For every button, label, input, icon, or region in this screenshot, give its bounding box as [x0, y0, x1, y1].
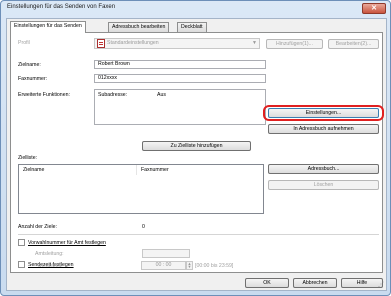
extended-functions-box: Subadresse: Aus: [94, 89, 266, 125]
prefix-checkbox[interactable]: [18, 239, 25, 246]
send-time-range: [00:00 bis 23:59]: [195, 263, 234, 269]
help-button[interactable]: Hilfe: [341, 278, 383, 288]
send-settings-panel: Profil Standardeinstellungen ▼ Hinzufüge…: [10, 32, 384, 273]
fax-number-input[interactable]: 012xxxx: [94, 74, 266, 83]
subaddress-value: Aus: [157, 92, 166, 98]
recipient-name-input[interactable]: Robert Brown: [94, 60, 266, 69]
destination-list[interactable]: Zielname Faxnummer: [18, 164, 264, 214]
destination-count-label: Anzahl der Ziele:: [18, 224, 57, 230]
profile-edit-button[interactable]: Bearbeiten(2)...: [328, 39, 379, 49]
profile-document-icon: [97, 39, 105, 48]
send-time-input[interactable]: 00 : 00: [141, 261, 186, 270]
send-time-field-label: Sendezeit:: [38, 263, 63, 269]
destination-list-label: Zielliste:: [18, 155, 38, 161]
tab-send-settings[interactable]: Einstellungen für das Senden: [10, 21, 86, 33]
send-time-checkbox[interactable]: [18, 261, 25, 268]
tab-edit-addressbook[interactable]: Adressbuch bearbeiten: [108, 22, 170, 32]
subaddress-label: Subadresse:: [98, 92, 128, 98]
prefix-label: Vorwahlnummer für Amt festlegen: [28, 240, 106, 246]
addressbook-button[interactable]: Adressbuch...: [268, 164, 379, 174]
divider: [18, 234, 379, 235]
profile-select[interactable]: Standardeinstellungen: [94, 38, 260, 49]
fax-number-label: Faxnummer:: [18, 76, 48, 82]
close-button[interactable]: ✕: [362, 3, 386, 14]
chevron-down-icon: ▼: [252, 40, 257, 46]
column-header-name[interactable]: Zielname: [19, 165, 137, 175]
dialog-client: Einstellungen für das Senden Adressbuch …: [6, 18, 387, 291]
cancel-button[interactable]: Abbrechen: [293, 278, 337, 288]
outside-line-label: Amtsleitung:: [35, 251, 64, 257]
resize-grip-icon[interactable]: ⋰: [378, 282, 385, 289]
delete-button[interactable]: Löschen: [268, 180, 379, 190]
tab-cover-page[interactable]: Deckblatt: [177, 22, 207, 32]
dialog-window: Einstellungen für das Senden von Faxen ✕…: [0, 0, 391, 296]
window-title: Einstellungen für das Senden von Faxen: [7, 4, 116, 10]
add-to-list-button[interactable]: Zu Zielliste hinzufügen: [142, 141, 251, 151]
outside-line-input[interactable]: [142, 249, 190, 258]
recipient-name-label: Zielname:: [18, 62, 41, 68]
settings-button[interactable]: Einstellungen...: [268, 108, 379, 118]
send-time-spinner[interactable]: ▲ ▼: [186, 261, 193, 270]
ok-button[interactable]: OK: [245, 278, 289, 288]
extended-functions-label: Erweiterte Funktionen:: [18, 92, 70, 98]
profile-add-button[interactable]: Hinzufügen(1)...: [266, 39, 323, 49]
profile-value: Standardeinstellungen: [107, 40, 159, 46]
profile-label: Profil: [18, 40, 30, 46]
column-header-fax[interactable]: Faxnummer: [137, 165, 264, 175]
add-to-addressbook-button[interactable]: In Adressbuch aufnehmen: [268, 124, 379, 134]
destination-count-value: 0: [142, 224, 145, 230]
